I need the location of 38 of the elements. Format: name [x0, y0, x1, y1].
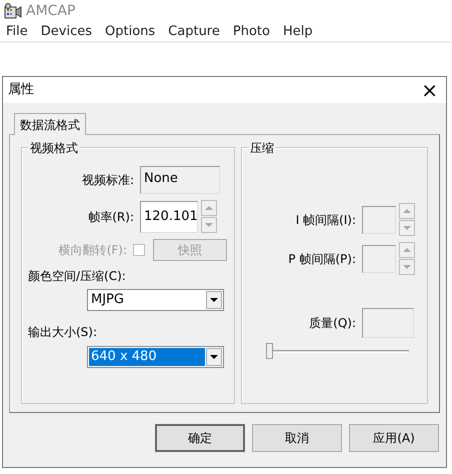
menu-item[interactable]: Devices	[40, 22, 92, 42]
spin-up-button[interactable]	[201, 200, 217, 216]
menu-item[interactable]: Capture	[168, 22, 220, 42]
spin-up-button[interactable]	[399, 242, 415, 258]
menu-item[interactable]: Options	[105, 22, 156, 42]
menu-item[interactable]: File	[6, 22, 28, 42]
close-button[interactable]: ×	[421, 80, 438, 100]
dropdown[interactable]: MJPG	[87, 289, 224, 311]
camera-icon	[4, 3, 22, 19]
dialog-button[interactable]: 应用(A)	[349, 424, 439, 452]
input-field[interactable]	[362, 206, 396, 234]
menu-item[interactable]: Photo	[232, 22, 270, 42]
spin-down-button[interactable]	[399, 220, 415, 236]
group-title: 压缩	[248, 142, 276, 154]
input-field[interactable]	[362, 244, 396, 272]
dropdown[interactable]: 640 x 480	[87, 346, 224, 368]
spin-down-button[interactable]	[399, 259, 415, 275]
menu-item[interactable]: Help	[282, 22, 313, 42]
spin-up-button[interactable]	[399, 203, 415, 219]
dialog-button[interactable]: 确定	[155, 424, 245, 452]
value-field: None	[140, 166, 220, 194]
spin-down-button[interactable]	[201, 217, 217, 233]
field-label: I 帧间隔(I):	[294, 212, 357, 228]
field-label: 帧率(R):	[87, 208, 135, 226]
field-label: 视频标准:	[80, 172, 135, 189]
dialog-title: 属性	[8, 81, 34, 100]
group-title: 视频格式	[28, 142, 80, 154]
input-field[interactable]	[362, 308, 414, 338]
field-label: P 帧间隔(P):	[287, 250, 357, 268]
field-label: 输出大小(S):	[28, 324, 98, 341]
field-label: 颜色空间/压缩(C):	[28, 268, 126, 285]
field-label: 质量(Q):	[308, 315, 357, 332]
checkbox-label: 横向翻转(F):	[58, 242, 128, 259]
dialog-button[interactable]: 取消	[252, 424, 342, 452]
tab[interactable]: 数据流格式	[14, 113, 86, 135]
slider-thumb[interactable]	[266, 343, 273, 359]
app-title: AMCAP	[26, 2, 76, 20]
input-field[interactable]: 120.101	[140, 200, 198, 232]
